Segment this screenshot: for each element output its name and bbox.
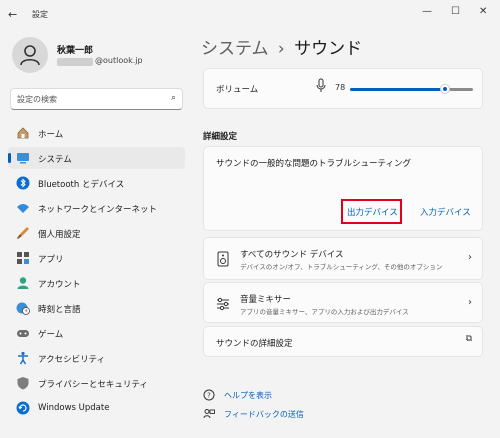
troubleshoot-card: サウンドの一般的な問題のトラブルシューティング 出力デバイス 入力デバイス [203,146,483,231]
close-button[interactable]: ✕ [479,6,487,17]
row-subtitle: アプリの音量ミキサー、アプリの入力および出力デバイス [240,308,409,316]
troubleshoot-title: サウンドの一般的な問題のトラブルシューティング [216,159,411,169]
sidebar-item-label: アカウント [38,280,81,290]
apps-icon [17,252,29,264]
shield-icon [17,377,29,390]
svg-text:?: ? [207,392,211,400]
volume-value: 78 [335,83,346,92]
sidebar-item-label: プライバシーとセキュリティ [38,380,148,390]
highlight-box [341,199,402,224]
volume-slider-track[interactable] [449,88,473,91]
sidebar-item-personalization[interactable]: 個人用設定 [8,222,185,244]
input-devices-button[interactable]: 入力デバイス [420,206,471,218]
sidebar-item-label: アクセシビリティ [38,355,106,365]
user-email: @outlook.jp [95,56,143,65]
sidebar-item-accessibility[interactable]: アクセシビリティ [8,347,185,369]
email-redaction [57,58,93,66]
sidebar-item-privacy[interactable]: プライバシーとセキュリティ [8,372,185,394]
gamepad-icon [17,330,29,337]
minimize-button[interactable]: — [422,6,432,17]
feedback-icon [203,409,215,419]
sidebar-item-time-language[interactable]: 時刻と言語 [8,297,185,319]
bluetooth-icon [16,176,30,190]
help-link[interactable]: ヘルプを表示 [224,390,272,401]
sidebar-item-label: システム [38,155,72,165]
volume-slider-thumb[interactable] [440,84,450,94]
chevron-right-icon: › [468,252,472,263]
row-title: 音量ミキサー [240,295,292,305]
breadcrumb-separator: › [277,39,285,59]
microphone-icon[interactable] [316,78,326,94]
sidebar-item-label: ネットワークとインターネット [38,205,158,215]
breadcrumb-parent[interactable]: システム [201,39,269,59]
more-sound-settings-row[interactable]: サウンドの詳細設定 ⧉ [203,326,483,357]
page-title: サウンド [294,39,363,59]
update-icon [16,401,30,415]
account-icon [17,277,29,289]
volume-label: ボリューム [216,85,259,95]
row-title: すべてのサウンド デバイス [240,250,344,260]
sidebar-item-network[interactable]: ネットワークとインターネット [8,197,185,219]
accessibility-icon [18,351,28,365]
volume-card: ボリューム 78 [203,68,483,109]
row-subtitle: デバイスのオン/オフ、トラブルシューティング、その他のオプション [240,263,443,271]
sidebar-item-apps[interactable]: アプリ [8,247,185,269]
maximize-button[interactable]: ☐ [451,6,460,17]
sidebar-item-accounts[interactable]: アカウント [8,272,185,294]
sidebar-item-system[interactable]: システム [8,147,185,169]
sidebar-item-label: アプリ [38,255,64,265]
mixer-icon [217,297,229,311]
search-placeholder: 設定の検索 [17,95,57,104]
title-bar: ← 設定 — ☐ ✕ [0,0,500,30]
help-icon: ? [203,389,215,401]
home-icon [17,127,29,139]
search-icon[interactable]: ⌕ [171,93,176,103]
person-icon [20,45,40,66]
back-button[interactable]: ← [8,8,17,21]
system-icon [17,153,29,164]
sidebar-item-label: ゲーム [38,330,64,340]
chevron-right-icon: › [468,297,472,308]
avatar[interactable] [12,37,48,73]
app-title: 設定 [32,10,48,19]
selection-indicator [8,153,11,163]
volume-mixer-row[interactable]: 音量ミキサー アプリの音量ミキサー、アプリの入力および出力デバイス › [203,282,483,323]
volume-slider-fill[interactable] [350,88,442,91]
all-sound-devices-row[interactable]: すべてのサウンド デバイス デバイスのオン/オフ、トラブルシューティング、その他… [203,237,483,280]
brush-icon [17,227,29,239]
sidebar-item-label: ホーム [38,130,64,140]
sidebar-item-label: 個人用設定 [38,230,81,240]
external-link-icon: ⧉ [465,334,472,344]
wifi-icon [17,204,29,213]
user-name: 秋葉一郎 [57,46,94,56]
sidebar-item-windows-update[interactable]: Windows Update [8,397,185,419]
sidebar-item-label: Windows Update [38,403,110,413]
sidebar-item-gaming[interactable]: ゲーム [8,322,185,344]
breadcrumb: システム › サウンド [201,34,362,59]
globe-clock-icon [16,302,30,315]
row-title: サウンドの詳細設定 [216,339,293,349]
speaker-device-icon [217,251,229,267]
sidebar-item-bluetooth[interactable]: Bluetooth とデバイス [8,172,185,194]
feedback-link[interactable]: フィードバックの送信 [224,409,304,420]
section-heading: 詳細設定 [203,132,238,142]
search-input[interactable]: 設定の検索 ⌕ [10,88,183,110]
sidebar-item-home[interactable]: ホーム [8,122,185,144]
sidebar-item-label: 時刻と言語 [38,305,81,315]
sidebar-item-label: Bluetooth とデバイス [38,180,125,190]
